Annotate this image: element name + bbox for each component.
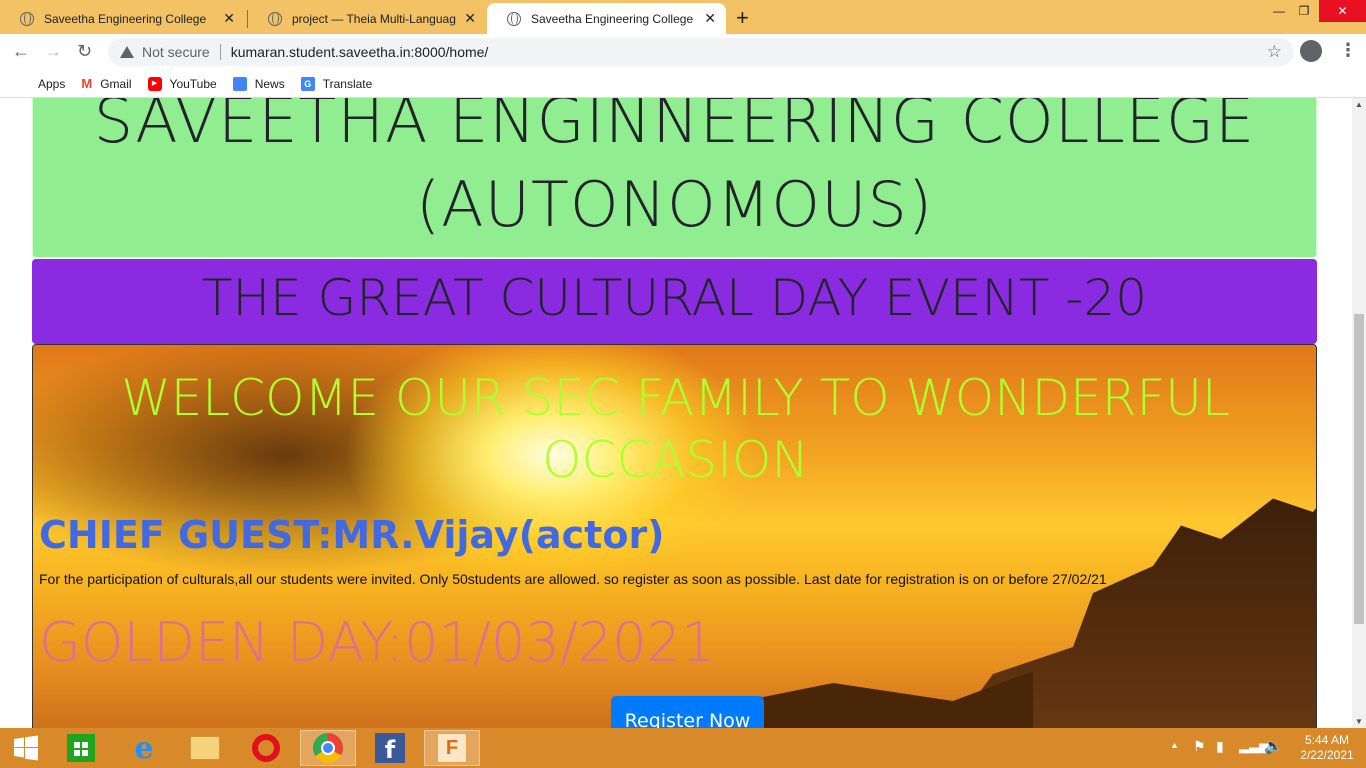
globe-icon — [507, 11, 521, 26]
tab-saveetha-1[interactable]: Saveetha Engineering College ✕ — [0, 3, 245, 34]
tab-title: Saveetha Engineering College — [44, 11, 207, 26]
event-description: For the participation of culturals,all o… — [39, 571, 1107, 587]
system-clock[interactable]: 5:44 AM 2/22/2021 — [1295, 733, 1359, 763]
college-header: SAVEETHA ENGINNEERING COLLEGE (AUTONOMOU… — [32, 98, 1317, 258]
scroll-down-arrow-icon[interactable]: ▼ — [1355, 717, 1363, 726]
news-icon — [232, 76, 247, 91]
close-tab-icon[interactable]: ✕ — [704, 10, 716, 27]
tab-theia[interactable]: project — Theia Multi-Language ✕ — [248, 3, 486, 34]
close-tab-icon[interactable]: ✕ — [464, 10, 476, 27]
clock-time: 5:44 AM — [1304, 733, 1350, 747]
warning-icon — [120, 46, 134, 58]
fusion360-icon[interactable]: F — [424, 730, 480, 766]
omnibox-divider — [219, 44, 221, 60]
translate-icon: G — [300, 76, 315, 91]
chrome-icon[interactable] — [300, 730, 356, 766]
store-icon[interactable] — [53, 730, 109, 766]
hero-image-card: WELCOME OUR SEC FAMILY TO WONDERFUL OCCA… — [32, 344, 1317, 728]
not-secure-label[interactable]: Not secure — [142, 44, 210, 60]
forward-arrow-icon[interactable]: → — [44, 41, 62, 62]
bookmark-label: Translate — [322, 76, 373, 91]
minimize-icon[interactable]: — — [1264, 0, 1294, 22]
opera-icon[interactable] — [238, 730, 294, 766]
bookmark-apps[interactable]: Apps — [16, 77, 65, 91]
scroll-up-arrow-icon[interactable]: ▲ — [1355, 100, 1363, 109]
facebook-icon[interactable]: f — [362, 730, 418, 766]
bookmark-star-icon[interactable]: ☆ — [1267, 42, 1282, 62]
browser-toolbar: ← → ↻ Not secure kumaran.student.saveeth… — [0, 34, 1366, 70]
new-tab-button[interactable]: + — [736, 5, 749, 31]
college-autonomous: (AUTONOMOUS) — [415, 168, 934, 241]
scrollbar-thumb[interactable] — [1354, 314, 1364, 624]
bookmark-label: Gmail — [100, 76, 132, 91]
address-bar[interactable]: Not secure kumaran.student.saveetha.in:8… — [108, 38, 1294, 66]
restore-icon[interactable]: ❐ — [1292, 0, 1316, 22]
back-arrow-icon[interactable]: ← — [12, 41, 30, 62]
clock-date: 2/22/2021 — [1300, 748, 1354, 762]
internet-explorer-icon[interactable]: e — [116, 730, 172, 766]
event-title: THE GREAT CULTURAL DAY EVENT -20 — [201, 269, 1148, 327]
welcome-heading: WELCOME OUR SEC FAMILY TO WONDERFUL OCCA… — [121, 369, 1230, 489]
menu-kebab-icon[interactable]: ⋮ — [1339, 40, 1357, 61]
bookmark-news[interactable]: News — [232, 76, 285, 91]
volume-icon[interactable]: 🔈 — [1264, 737, 1283, 755]
url-text[interactable]: kumaran.student.saveetha.in:8000/home/ — [231, 44, 489, 60]
bookmark-label: Apps — [38, 76, 66, 91]
show-hidden-icons-icon[interactable]: ▲ — [1170, 740, 1179, 750]
tab-saveetha-active[interactable]: Saveetha Engineering College ✕ — [487, 3, 726, 34]
action-center-flag-icon[interactable]: ⚑ — [1193, 738, 1206, 755]
bookmark-label: News — [254, 76, 285, 91]
globe-icon — [268, 11, 282, 26]
browser-titlebar: Saveetha Engineering College ✕ project —… — [0, 0, 1366, 34]
page-scrollbar[interactable]: ▲ ▼ — [1352, 98, 1366, 728]
tab-title: Saveetha Engineering College — [531, 11, 694, 26]
bookmark-translate[interactable]: G Translate — [300, 76, 373, 91]
apps-grid-icon — [16, 77, 30, 91]
file-explorer-icon[interactable] — [177, 730, 233, 766]
chief-guest-heading: CHIEF GUEST:MR.Vijay(actor) — [39, 513, 665, 557]
close-tab-icon[interactable]: ✕ — [223, 10, 235, 27]
bookmark-youtube[interactable]: ▶ YouTube — [147, 76, 217, 91]
bookmark-gmail[interactable]: M Gmail — [81, 76, 131, 91]
windows-taskbar: e f F ▲ ⚑ ▮ ▂▃▅ 🔈 5:44 AM 2/22/2021 — [0, 728, 1366, 768]
page-viewport: SAVEETHA ENGINNEERING COLLEGE (AUTONOMOU… — [0, 98, 1352, 728]
reload-icon[interactable]: ↻ — [77, 41, 92, 62]
register-now-button[interactable]: Register Now — [611, 696, 764, 728]
bookmarks-bar: Apps M Gmail ▶ YouTube News G Translate — [0, 70, 1366, 98]
profile-avatar-icon[interactable] — [1300, 40, 1322, 62]
college-name: SAVEETHA ENGINNEERING COLLEGE — [93, 98, 1256, 157]
youtube-icon: ▶ — [147, 76, 162, 91]
golden-day-heading: GOLDEN DAY:01/03/2021 — [39, 611, 716, 674]
gmail-icon: M — [81, 76, 93, 91]
bookmark-label: YouTube — [169, 76, 217, 91]
windows-start-icon[interactable] — [0, 730, 52, 766]
event-title-banner: THE GREAT CULTURAL DAY EVENT -20 — [32, 259, 1317, 344]
tab-title: project — Theia Multi-Language — [292, 11, 457, 26]
window-close-icon[interactable]: ✕ — [1319, 0, 1366, 22]
battery-icon[interactable]: ▮ — [1216, 738, 1224, 755]
globe-icon — [20, 11, 34, 26]
